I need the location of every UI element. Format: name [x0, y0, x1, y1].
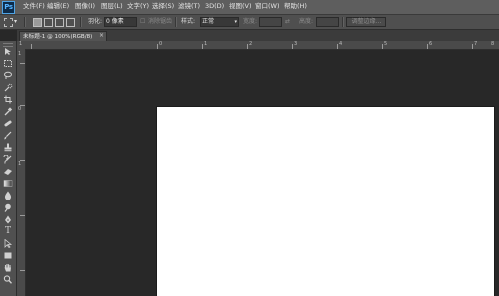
move-icon[interactable] — [3, 47, 13, 56]
brush-icon[interactable] — [3, 131, 13, 140]
menu-bar: Ps 文件(F) 编辑(E) 图像(I) 图层(L) 文字(Y) 选择(S) 滤… — [0, 0, 499, 15]
preset-dropdown-arrow-icon[interactable]: ▾ — [14, 18, 17, 26]
style-select[interactable]: 正常 ▾ — [200, 17, 239, 27]
ruler-tick — [20, 215, 25, 216]
ruler-tick-label: 5 — [384, 41, 388, 47]
ruler-tick — [292, 44, 293, 49]
ruler-tick-label: 1 — [19, 41, 23, 47]
crop-icon[interactable] — [3, 95, 13, 104]
menu-help[interactable]: 帮助(H) — [284, 2, 307, 11]
antialias-checkbox-icon[interactable]: ☐ — [140, 18, 145, 26]
pen-icon[interactable] — [3, 215, 13, 224]
divider — [342, 17, 344, 27]
photoshop-logo: Ps — [2, 1, 15, 14]
menu-3d[interactable]: 3D(D) — [205, 2, 224, 11]
hand-icon[interactable] — [3, 263, 13, 272]
feather-input[interactable]: 0 像素 — [104, 17, 137, 27]
divider — [80, 17, 82, 27]
ruler-vertical[interactable]: 1 0 1 — [17, 49, 26, 296]
menu-filter[interactable]: 滤镜(T) — [178, 2, 200, 11]
menu-layer[interactable]: 图层(L) — [101, 2, 123, 11]
ruler-tick — [20, 160, 25, 161]
rect-marquee-icon[interactable] — [3, 59, 13, 68]
dodge-icon[interactable] — [3, 203, 13, 212]
ruler-tick — [337, 44, 338, 49]
ruler-tick-label: 0 — [18, 106, 22, 112]
ruler-tick-label: 7 — [474, 41, 478, 47]
ruler-tick-label: 3 — [294, 41, 298, 47]
ruler-tick — [20, 63, 25, 64]
options-bar: ▾ 羽化: 0 像素 ☐ 消除锯齿 样式: 正常 ▾ 宽度: ⇄ 高度: 调整边… — [0, 15, 499, 30]
divider — [175, 17, 177, 27]
healing-brush-icon[interactable] — [3, 119, 13, 128]
menu-file[interactable]: 文件(F) — [23, 2, 45, 11]
ruler-tick — [20, 105, 25, 106]
ruler-tick-label: 6 — [429, 41, 433, 47]
swap-icon[interactable]: ⇄ — [285, 18, 290, 26]
gradient-icon[interactable] — [3, 179, 13, 188]
ruler-tick-label: 1 — [204, 41, 208, 47]
new-selection-icon[interactable] — [33, 18, 42, 27]
ruler-tick-label: 1 — [18, 161, 22, 167]
menu-select[interactable]: 选择(S) — [152, 2, 174, 11]
ruler-tick-label: 1 — [18, 51, 22, 57]
ruler-tick-label: 2 — [249, 41, 253, 47]
intersect-selection-icon[interactable] — [66, 18, 75, 27]
ruler-tick — [247, 44, 248, 49]
add-to-selection-icon[interactable] — [44, 18, 53, 27]
eraser-icon[interactable] — [3, 167, 13, 176]
rectangle-shape-icon[interactable] — [3, 251, 13, 260]
tools-panel: T — [0, 41, 17, 296]
quick-select-icon[interactable] — [3, 83, 13, 92]
height-label: 高度: — [299, 18, 314, 25]
document-tab-title: 未标题-1 @ 100%(RGB/8) — [23, 34, 93, 40]
subtract-selection-icon[interactable] — [55, 18, 64, 27]
ruler-tick — [382, 44, 383, 49]
ruler-tick — [427, 44, 428, 49]
ruler-tick-label: 0 — [159, 41, 163, 47]
close-icon[interactable]: × — [99, 32, 104, 40]
clone-stamp-icon[interactable] — [3, 143, 13, 152]
document-tab[interactable]: 未标题-1 @ 100%(RGB/8) × — [19, 31, 107, 41]
ruler-horizontal[interactable]: 1 0 1 2 3 4 5 6 7 8 — [17, 41, 499, 50]
marquee-preset-icon[interactable] — [4, 18, 13, 27]
path-select-icon[interactable] — [3, 238, 13, 249]
blur-icon[interactable] — [3, 191, 13, 201]
menu-window[interactable]: 窗口(W) — [255, 2, 280, 11]
menu-view[interactable]: 视图(V) — [229, 2, 252, 11]
ruler-tick — [202, 44, 203, 49]
menu-image[interactable]: 图像(I) — [75, 2, 95, 11]
zoom-icon[interactable] — [3, 275, 13, 284]
menu-type[interactable]: 文字(Y) — [127, 2, 149, 11]
history-brush-icon[interactable] — [3, 154, 13, 164]
lasso-icon[interactable] — [3, 71, 13, 80]
chevron-down-icon: ▾ — [234, 19, 237, 25]
menu-edit[interactable]: 编辑(E) — [47, 2, 69, 11]
ruler-tick-label: 4 — [339, 41, 343, 47]
document-canvas[interactable] — [157, 107, 494, 296]
ruler-tick — [31, 44, 32, 49]
ruler-tick — [472, 44, 473, 49]
divider — [24, 17, 26, 27]
width-input[interactable] — [259, 17, 282, 27]
style-label: 样式: — [181, 18, 196, 25]
ruler-tick — [157, 44, 158, 49]
height-input[interactable] — [316, 17, 339, 27]
eyedropper-icon[interactable] — [3, 107, 13, 116]
refine-edge-button[interactable]: 调整边缘... — [346, 17, 386, 27]
feather-label: 羽化: — [88, 18, 103, 25]
width-label: 宽度: — [243, 18, 258, 25]
style-select-value: 正常 — [202, 18, 215, 25]
antialias-label: 消除锯齿 — [148, 18, 173, 25]
type-icon[interactable]: T — [3, 227, 13, 236]
ruler-tick-label: 8 — [491, 41, 495, 47]
ruler-tick — [20, 270, 25, 271]
